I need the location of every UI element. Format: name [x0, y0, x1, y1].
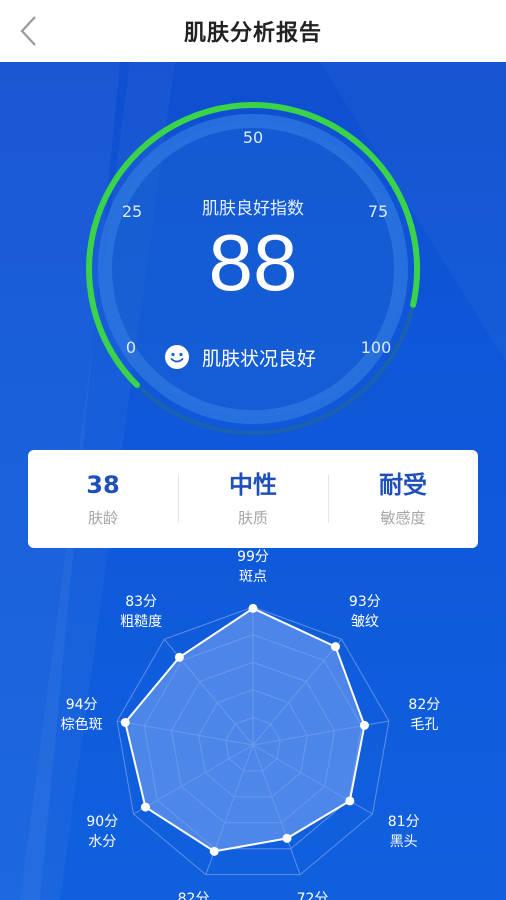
stat-label: 肤质 [237, 509, 268, 527]
stat-skin-age: 38 肤龄 [28, 469, 178, 529]
radar-data-point [140, 802, 150, 812]
radar-score: 83分 [125, 593, 158, 610]
radar-score: 82分 [408, 696, 441, 713]
page-title: 肌肤分析报告 [183, 21, 322, 46]
radar-dimension-name: 水分 [88, 834, 117, 850]
radar-score: 94分 [65, 696, 98, 713]
radar-label: 81分黑头 [369, 812, 439, 852]
radar-score: 99分 [237, 549, 269, 565]
back-button[interactable] [10, 11, 50, 51]
radar-data-point [248, 603, 258, 613]
stat-label: 敏感度 [380, 509, 426, 527]
radar-score: 90分 [86, 814, 119, 830]
radar-label: 90分水分 [67, 812, 137, 852]
gauge-tick-50: 50 [242, 128, 264, 147]
skin-score-gauge: 0 25 50 75 100 肌肤良好指数 88 肌肤状况良好 [0, 62, 506, 462]
radar-score: 72分 [296, 890, 329, 900]
radar-label: 82分毛孔 [389, 695, 459, 735]
skin-status: 肌肤状况良好 [164, 342, 316, 372]
radar-dimension-name: 粗糙度 [120, 613, 163, 630]
radar-label: 83分粗糙度 [106, 592, 176, 632]
stat-label: 肤龄 [87, 509, 118, 527]
skin-summary-card: 38 肤龄 中性 肤质 耐受 敏感度 [28, 450, 478, 548]
gauge-tick-75: 75 [367, 202, 389, 221]
gauge-tick-0: 0 [125, 338, 137, 357]
stat-value: 耐受 [379, 471, 427, 499]
radar-dimension-name: 毛孔 [410, 716, 439, 733]
report-panel: 0 25 50 75 100 肌肤良好指数 88 肌肤状况良好 38 肤龄 中性… [0, 62, 506, 900]
skin-score-value: 88 [208, 218, 298, 307]
radar-data-point [330, 642, 340, 652]
radar-score: 82分 [177, 890, 210, 900]
radar-label: 72分 [278, 889, 348, 900]
radar-dimension-name: 棕色斑 [60, 716, 103, 733]
stat-value: 38 [86, 471, 120, 499]
skin-radar-chart: 99分 斑点 93分 皱纹 82分 毛孔 81分 黑头 72分 82分 90分 水分 94分 棕色斑 83分… [0, 549, 506, 900]
radar-dimension-name: 斑点 [239, 569, 267, 585]
radar-data-point [359, 720, 369, 730]
skin-status-text: 肌肤状况良好 [202, 347, 317, 370]
radar-data-point [282, 833, 292, 843]
stat-value: 中性 [229, 471, 277, 499]
radar-label: 94分棕色斑 [47, 695, 117, 735]
radar-dimension-name: 皱纹 [350, 613, 379, 630]
radar-data-point [120, 717, 130, 727]
radar-data-point [345, 796, 355, 806]
top-bar: 肌肤分析报告 [0, 0, 506, 62]
radar-data-point [174, 652, 184, 662]
stat-sensitivity: 耐受 敏感度 [328, 469, 478, 529]
radar-label: 82分 [158, 889, 228, 900]
stat-skin-type: 中性 肤质 [178, 469, 328, 529]
radar-label: 99分斑点 [218, 547, 288, 587]
gauge-tick-100: 100 [360, 338, 392, 357]
radar-dimension-name: 黑头 [389, 834, 418, 850]
smile-icon [165, 345, 189, 369]
chevron-left-icon [20, 16, 36, 46]
radar-score: 81分 [387, 814, 420, 830]
radar-data-point [209, 846, 219, 856]
gauge-title: 肌肤良好指数 [202, 199, 304, 219]
radar-score: 93分 [348, 593, 381, 610]
radar-label: 93分皱纹 [330, 592, 400, 632]
gauge-tick-25: 25 [121, 202, 143, 221]
